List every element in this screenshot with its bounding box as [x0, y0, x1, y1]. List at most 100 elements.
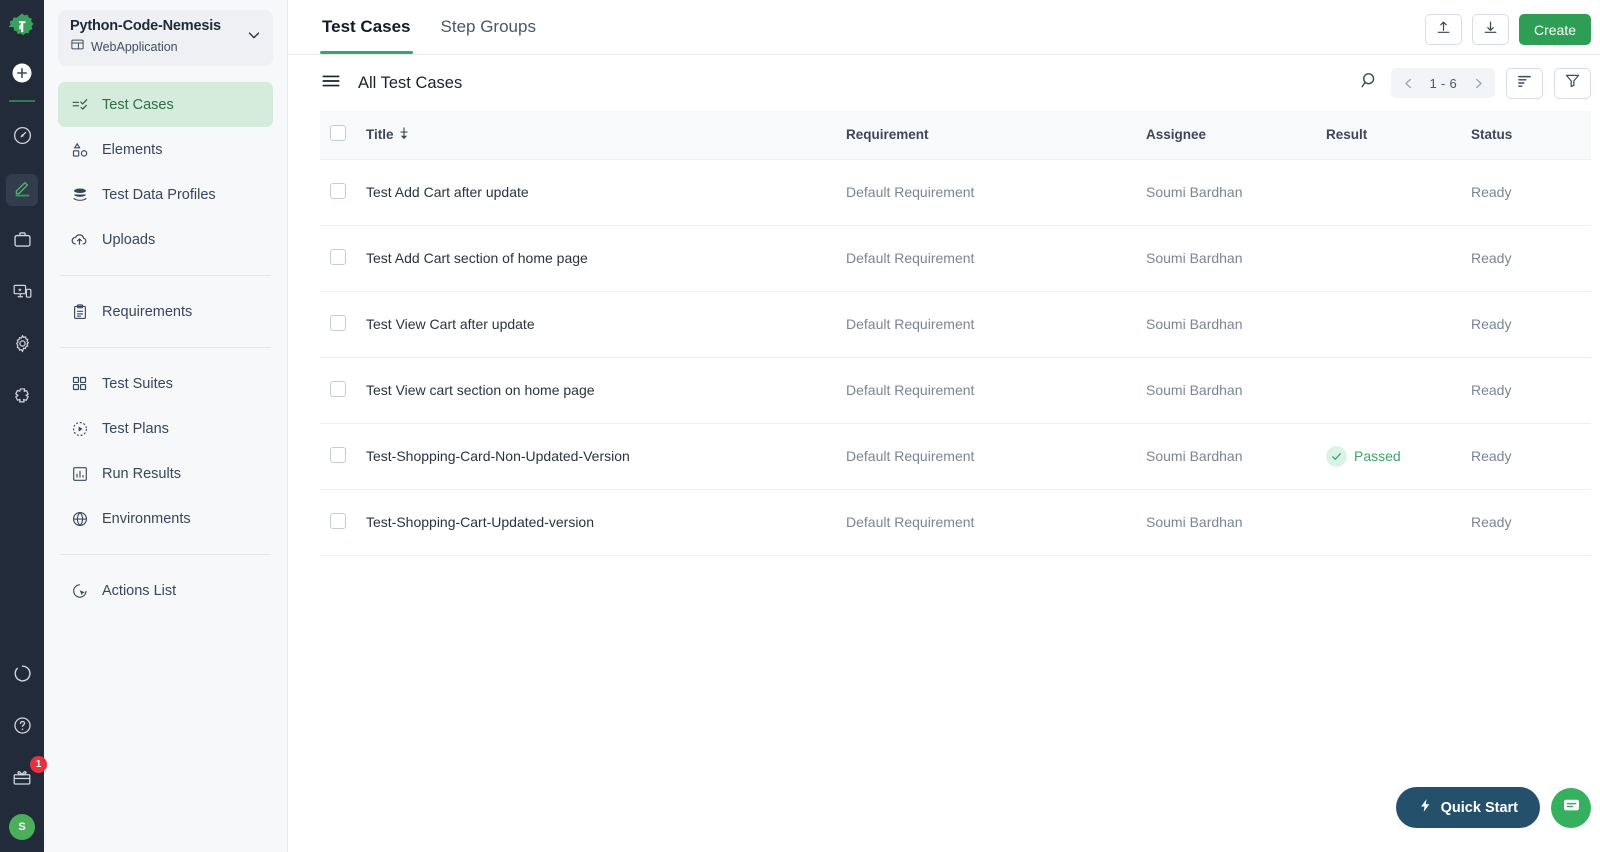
cell-title[interactable]: Test Add Cart after update [366, 158, 846, 226]
rail-item-activity[interactable] [6, 660, 38, 692]
pagination-range: 1 - 6 [1429, 75, 1457, 91]
row-checkbox[interactable] [330, 248, 346, 265]
database-stack-icon [70, 185, 89, 204]
column-header-status: Status [1471, 127, 1513, 143]
rail-item-whats-new[interactable]: 1 [6, 756, 47, 796]
rail-bottom-group: 1 S [6, 650, 47, 852]
plus-circle-icon[interactable] [9, 60, 35, 86]
sidebar-nav-group-4: Actions List [58, 568, 273, 613]
table-row[interactable]: Test View Cart after update Default Requ… [320, 291, 1591, 358]
create-button[interactable]: Create [1518, 14, 1591, 45]
download-tray-icon [1482, 19, 1499, 41]
sidebar-item-test-plans[interactable]: Test Plans [58, 406, 273, 451]
table-row[interactable]: Test-Shopping-Card-Non-Updated-Version D… [320, 423, 1591, 490]
bar-chart-icon [70, 464, 89, 483]
sidebar-item-environments[interactable]: Environments [58, 496, 273, 541]
tab-test-cases[interactable]: Test Cases [320, 0, 413, 54]
cell-status: Ready [1471, 158, 1591, 226]
list-toolbar: All Test Cases 1 - 6 [288, 55, 1600, 111]
sort-button[interactable] [1506, 67, 1543, 99]
column-header-assignee: Assignee [1146, 127, 1207, 143]
table-container: Title Requirement Assignee Result Status… [288, 111, 1600, 852]
cell-result [1326, 357, 1471, 424]
cell-assignee: Soumi Bardhan [1146, 225, 1326, 292]
select-all-header [320, 111, 366, 159]
main-inner: All Test Cases 1 - 6 Title Requirement A… [288, 55, 1600, 852]
test-cases-icon [70, 95, 89, 114]
table-row[interactable]: Test View cart section on home page Defa… [320, 357, 1591, 424]
rail-item-dashboard[interactable] [6, 122, 38, 154]
import-button[interactable] [1424, 14, 1462, 45]
filter-button[interactable] [1554, 67, 1591, 99]
avatar[interactable]: S [9, 814, 35, 840]
sidebar-item-label: Actions List [102, 582, 177, 599]
result-label: Passed [1354, 448, 1401, 464]
whats-new-badge: 1 [30, 756, 47, 773]
cell-assignee: Soumi Bardhan [1146, 291, 1326, 358]
table-row[interactable]: Test Add Cart section of home page Defau… [320, 225, 1591, 292]
cell-title[interactable]: Test View Cart after update [366, 291, 846, 358]
toolbar-right: 1 - 6 [1359, 67, 1591, 99]
rail-item-help[interactable] [6, 712, 38, 744]
cell-requirement: Default Requirement [846, 423, 1146, 490]
row-checkbox[interactable] [330, 446, 346, 463]
pagination: 1 - 6 [1391, 68, 1495, 98]
tab-step-groups[interactable]: Step Groups [439, 0, 538, 54]
sidebar-item-actions-list[interactable]: Actions List [58, 568, 273, 613]
clipboard-icon [70, 302, 89, 321]
project-selector[interactable]: Python-Code-Nemesis WebApplication [58, 10, 273, 66]
sidebar-item-uploads[interactable]: Uploads [58, 217, 273, 262]
select-all-checkbox[interactable] [330, 125, 346, 142]
sidebar-nav-group-2: Requirements [58, 289, 273, 334]
cell-title[interactable]: Test-Shopping-Cart-Updated-version [366, 489, 846, 556]
rail-item-projects[interactable] [6, 226, 38, 258]
chevron-right-icon[interactable] [1467, 70, 1489, 96]
sidebar-item-label: Test Cases [102, 96, 174, 113]
chevron-down-icon[interactable] [245, 26, 263, 49]
sidebar-item-test-suites[interactable]: Test Suites [58, 361, 273, 406]
sidebar-item-label: Test Data Profiles [102, 186, 216, 203]
table-row[interactable]: Test Add Cart after update Default Requi… [320, 158, 1591, 226]
cell-requirement: Default Requirement [846, 291, 1146, 358]
sidebar-item-requirements[interactable]: Requirements [58, 289, 273, 334]
row-checkbox[interactable] [330, 512, 346, 529]
cell-result [1326, 489, 1471, 556]
cell-requirement: Default Requirement [846, 158, 1146, 226]
search-icon[interactable] [1359, 70, 1380, 96]
export-button[interactable] [1471, 14, 1509, 45]
top-bar: Test Cases Step Groups Create [288, 0, 1600, 55]
row-checkbox[interactable] [330, 314, 346, 331]
column-header-requirement: Requirement [846, 127, 929, 143]
row-checkbox[interactable] [330, 380, 346, 397]
row-checkbox[interactable] [330, 182, 346, 199]
chat-button[interactable] [1551, 787, 1591, 828]
sidebar-item-run-results[interactable]: Run Results [58, 451, 273, 496]
cell-status: Ready [1471, 357, 1591, 424]
cell-assignee: Soumi Bardhan [1146, 158, 1326, 226]
sidebar-item-test-cases[interactable]: Test Cases [58, 82, 273, 127]
cell-status: Ready [1471, 489, 1591, 556]
cell-title[interactable]: Test View cart section on home page [366, 357, 846, 424]
gear-icon [12, 333, 33, 359]
cell-title[interactable]: Test-Shopping-Card-Non-Updated-Version [366, 423, 846, 490]
rail-item-devices[interactable] [6, 278, 38, 310]
testsigma-gear-logo-icon[interactable] [5, 10, 39, 44]
column-header-title[interactable]: Title [366, 111, 846, 159]
chevron-left-icon[interactable] [1397, 70, 1419, 96]
rail-item-addons[interactable] [6, 382, 38, 414]
cell-requirement: Default Requirement [846, 357, 1146, 424]
play-circle-dashed-icon [70, 419, 89, 438]
cell-title[interactable]: Test Add Cart section of home page [366, 225, 846, 292]
sidebar-item-elements[interactable]: Elements [58, 127, 273, 172]
app-root: 1 S Python-Code-Nemesis WebApplication T… [0, 0, 1600, 852]
icon-rail: 1 S [0, 0, 47, 852]
quick-start-button[interactable]: Quick Start [1395, 787, 1540, 828]
sort-lines-icon [1516, 72, 1533, 94]
rail-item-settings[interactable] [6, 330, 38, 362]
project-info: Python-Code-Nemesis WebApplication [70, 18, 221, 57]
table-row[interactable]: Test-Shopping-Cart-Updated-version Defau… [320, 489, 1591, 556]
rail-item-create-test[interactable] [6, 174, 38, 206]
sidebar-nav-group-3: Test Suites Test Plans Run Results Envir… [58, 361, 273, 541]
hamburger-menu-icon[interactable] [320, 70, 342, 97]
sidebar-item-test-data-profiles[interactable]: Test Data Profiles [58, 172, 273, 217]
